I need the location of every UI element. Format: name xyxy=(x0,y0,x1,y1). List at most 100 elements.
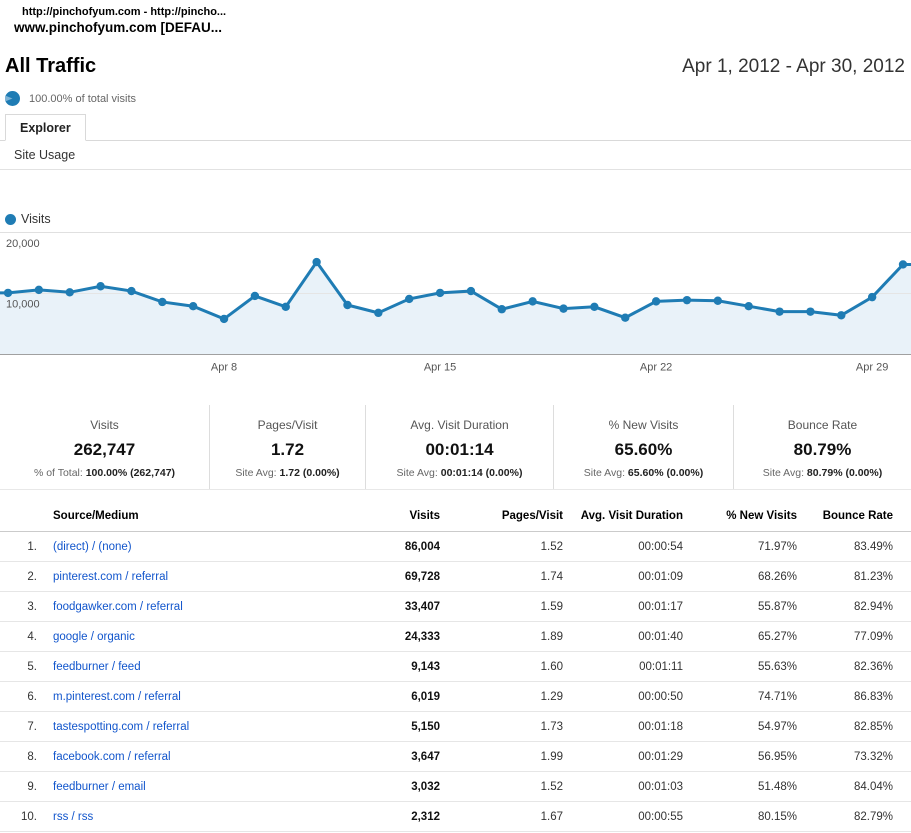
row-avg-duration: 00:00:54 xyxy=(579,532,699,562)
data-point[interactable] xyxy=(96,282,104,290)
subtab-bar: Site Usage xyxy=(0,141,911,170)
data-point[interactable] xyxy=(405,295,413,303)
data-point[interactable] xyxy=(498,305,506,313)
tab-bar: Explorer xyxy=(0,114,911,141)
window-title-url: http://pinchofyum.com - http://pincho... xyxy=(14,6,226,18)
metric-new-visits: % New Visits65.60%Site Avg: 65.60% (0.00… xyxy=(553,405,733,489)
metric-bounce-rate: Bounce Rate80.79%Site Avg: 80.79% (0.00%… xyxy=(733,405,911,489)
bounce-rate-column-header[interactable]: Bounce Rate xyxy=(813,498,911,532)
source-medium-link[interactable]: feedburner / feed xyxy=(53,661,141,673)
row-visits: 9,143 xyxy=(325,652,456,682)
row-rank: 3. xyxy=(0,592,45,622)
row-pages-visit: 1.29 xyxy=(456,682,579,712)
data-point[interactable] xyxy=(868,293,876,301)
data-point[interactable] xyxy=(4,289,12,297)
data-point[interactable] xyxy=(714,297,722,305)
row-visits: 5,150 xyxy=(325,712,456,742)
source-medium-link[interactable]: feedburner / email xyxy=(53,781,146,793)
row-pages-visit: 1.59 xyxy=(456,592,579,622)
source-medium-link[interactable]: facebook.com / referral xyxy=(53,751,171,763)
data-point[interactable] xyxy=(559,304,567,312)
row-new-visits: 54.97% xyxy=(699,712,813,742)
data-point[interactable] xyxy=(683,296,691,304)
row-bounce-rate: 81.23% xyxy=(813,562,911,592)
row-rank: 7. xyxy=(0,712,45,742)
data-point[interactable] xyxy=(158,298,166,306)
pie-chart-icon xyxy=(5,91,20,106)
metric-label: Visits xyxy=(0,418,209,432)
data-point[interactable] xyxy=(189,302,197,310)
sources-table-wrap: Source/Medium Visits Pages/Visit Avg. Vi… xyxy=(0,498,911,832)
window-title: http://pinchofyum.com - http://pincho...… xyxy=(14,6,226,35)
data-point[interactable] xyxy=(220,315,228,323)
row-rank: 2. xyxy=(0,562,45,592)
row-bounce-rate: 82.79% xyxy=(813,802,911,832)
source-medium-link[interactable]: (direct) / (none) xyxy=(53,541,132,553)
row-bounce-rate: 82.85% xyxy=(813,712,911,742)
data-point[interactable] xyxy=(374,309,382,317)
row-visits: 3,032 xyxy=(325,772,456,802)
row-pages-visit: 1.60 xyxy=(456,652,579,682)
metric-visits: Visits262,747% of Total: 100.00% (262,74… xyxy=(0,405,209,489)
metric-site-avg: Site Avg: 80.79% (0.00%) xyxy=(734,467,911,479)
metric-value: 1.72 xyxy=(210,440,365,460)
avg-duration-column-header[interactable]: Avg. Visit Duration xyxy=(579,498,699,532)
row-visits: 69,728 xyxy=(325,562,456,592)
data-point[interactable] xyxy=(528,297,536,305)
source-medium-link[interactable]: google / organic xyxy=(53,631,135,643)
date-range-selector[interactable]: Apr 1, 2012 - Apr 30, 2012 xyxy=(682,56,905,78)
rank-column-header xyxy=(0,498,45,532)
data-point[interactable] xyxy=(251,292,259,300)
row-source: m.pinterest.com / referral xyxy=(45,682,325,712)
metric-avg-visit-duration: Avg. Visit Duration00:01:14Site Avg: 00:… xyxy=(365,405,553,489)
data-point[interactable] xyxy=(35,286,43,294)
source-medium-link[interactable]: tastespotting.com / referral xyxy=(53,721,189,733)
data-point[interactable] xyxy=(312,258,320,266)
row-visits: 33,407 xyxy=(325,592,456,622)
metric-value: 262,747 xyxy=(0,440,209,460)
visits-share-label: 100.00% of total visits xyxy=(29,93,136,105)
row-visits: 86,004 xyxy=(325,532,456,562)
source-medium-column-header[interactable]: Source/Medium xyxy=(45,498,325,532)
row-bounce-rate: 73.32% xyxy=(813,742,911,772)
data-point[interactable] xyxy=(621,314,629,322)
data-point[interactable] xyxy=(899,260,907,268)
metric-label: % New Visits xyxy=(554,418,733,432)
source-medium-link[interactable]: rss / rss xyxy=(53,811,93,823)
source-medium-link[interactable]: foodgawker.com / referral xyxy=(53,601,183,613)
row-pages-visit: 1.73 xyxy=(456,712,579,742)
data-point[interactable] xyxy=(436,289,444,297)
new-visits-column-header[interactable]: % New Visits xyxy=(699,498,813,532)
data-point[interactable] xyxy=(282,303,290,311)
metric-site-avg: Site Avg: 1.72 (0.00%) xyxy=(210,467,365,479)
source-medium-link[interactable]: m.pinterest.com / referral xyxy=(53,691,181,703)
row-source: feedburner / feed xyxy=(45,652,325,682)
source-medium-link[interactable]: pinterest.com / referral xyxy=(53,571,168,583)
tab-explorer[interactable]: Explorer xyxy=(5,114,86,141)
data-point[interactable] xyxy=(66,288,74,296)
pages-visit-column-header[interactable]: Pages/Visit xyxy=(456,498,579,532)
row-avg-duration: 00:00:50 xyxy=(579,682,699,712)
data-point[interactable] xyxy=(467,287,475,295)
metric-site-avg: Site Avg: 65.60% (0.00%) xyxy=(554,467,733,479)
row-avg-duration: 00:01:40 xyxy=(579,622,699,652)
row-visits: 3,647 xyxy=(325,742,456,772)
data-point[interactable] xyxy=(837,311,845,319)
row-new-visits: 80.15% xyxy=(699,802,813,832)
data-point[interactable] xyxy=(775,307,783,315)
row-rank: 8. xyxy=(0,742,45,772)
y-axis-tick-label: 20,000 xyxy=(6,238,40,250)
data-point[interactable] xyxy=(744,302,752,310)
row-avg-duration: 00:00:55 xyxy=(579,802,699,832)
subtab-site-usage[interactable]: Site Usage xyxy=(14,148,75,162)
data-point[interactable] xyxy=(127,287,135,295)
data-point[interactable] xyxy=(343,301,351,309)
visits-column-header[interactable]: Visits xyxy=(325,498,456,532)
visits-legend-dot-icon xyxy=(5,214,16,225)
data-point[interactable] xyxy=(590,303,598,311)
visits-legend-label: Visits xyxy=(21,212,51,226)
data-point[interactable] xyxy=(806,307,814,315)
data-point[interactable] xyxy=(652,297,660,305)
metric-value: 80.79% xyxy=(734,440,911,460)
table-row: 8.facebook.com / referral3,6471.9900:01:… xyxy=(0,742,911,772)
